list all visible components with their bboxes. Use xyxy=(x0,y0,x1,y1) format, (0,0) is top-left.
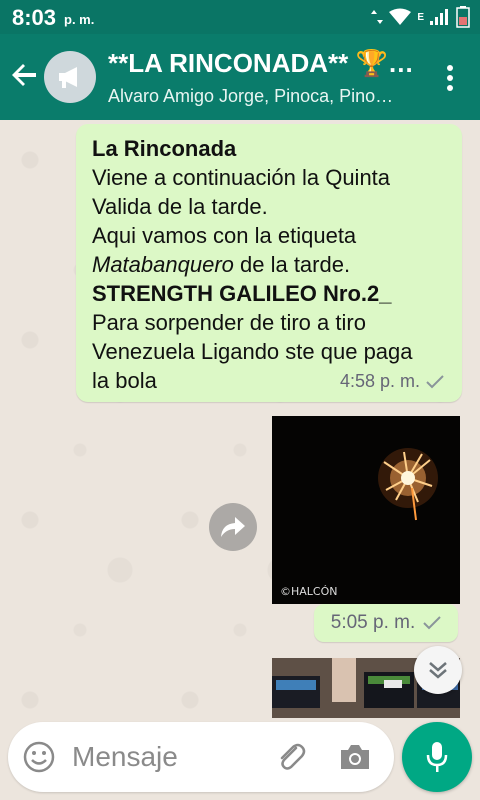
message-text: La Rinconada Viene a continuación la Qui… xyxy=(92,134,446,395)
signal-icon xyxy=(430,9,448,25)
forward-button[interactable] xyxy=(209,503,257,551)
forward-icon xyxy=(221,517,245,537)
megaphone-icon xyxy=(59,67,77,88)
image-message[interactable]: ©HALCÓN xyxy=(272,416,460,604)
check-icon xyxy=(423,616,441,630)
message-time: 4:58 p. m. xyxy=(339,371,420,391)
chat-title[interactable]: **LA RINCONADA** 🏆 … xyxy=(108,48,418,79)
message-composer xyxy=(8,722,394,792)
message-time: 5:05 p. m. xyxy=(330,612,416,633)
group-avatar[interactable] xyxy=(44,51,96,103)
message-line: Venezuela Ligando ste que paga xyxy=(92,339,413,364)
mic-icon xyxy=(426,742,448,772)
battery-icon xyxy=(456,6,470,28)
message-line: Aqui vamos con la etiqueta xyxy=(92,223,357,248)
chevron-down-icon xyxy=(429,662,447,679)
data-transfer-icon xyxy=(371,10,384,24)
back-arrow-icon[interactable] xyxy=(8,58,42,92)
attach-icon[interactable] xyxy=(274,740,308,774)
camera-icon[interactable] xyxy=(338,742,372,772)
status-icons: E xyxy=(371,6,470,28)
network-type-label: E xyxy=(417,11,424,23)
chat-area[interactable]: La Rinconada Viene a continuación la Qui… xyxy=(0,120,480,800)
message-line: Valida de la tarde. xyxy=(92,194,268,219)
image-credit: ©HALCÓN xyxy=(280,585,338,598)
image-time-bubble: 5:05 p. m. xyxy=(314,604,458,642)
message-meta: 4:58 p. m. xyxy=(340,371,444,392)
status-bar: 8:03 p. m. E xyxy=(0,0,480,34)
message-line: La Rinconada xyxy=(92,136,237,161)
status-time: 8:03 xyxy=(12,5,57,30)
emoji-icon[interactable] xyxy=(22,740,56,774)
message-line-rest: de la tarde. xyxy=(233,252,351,277)
italic-tag: Matabanquero xyxy=(92,252,234,277)
wifi-icon xyxy=(389,8,412,25)
scroll-to-bottom-button[interactable] xyxy=(414,646,462,694)
more-vert-icon[interactable] xyxy=(438,62,462,94)
message-bubble[interactable]: La Rinconada Viene a continuación la Qui… xyxy=(76,124,462,402)
message-line: Viene a continuación la Quinta xyxy=(92,165,391,190)
message-input[interactable] xyxy=(72,740,262,774)
fireworks-image xyxy=(272,416,460,604)
check-icon xyxy=(426,374,444,388)
chat-header: **LA RINCONADA** 🏆 … Alvaro Amigo Jorge,… xyxy=(0,34,480,120)
status-ampm: p. m. xyxy=(64,12,95,27)
message-line: Para sorpender de tiro a tiro xyxy=(92,310,366,335)
message-line: STRENGTH GALILEO Nro.2_ xyxy=(92,281,392,306)
chat-participants[interactable]: Alvaro Amigo Jorge, Pinoca, Pino… xyxy=(108,86,418,107)
voice-message-button[interactable] xyxy=(402,722,472,792)
message-line: Matabanquero de la tarde. xyxy=(92,250,446,279)
